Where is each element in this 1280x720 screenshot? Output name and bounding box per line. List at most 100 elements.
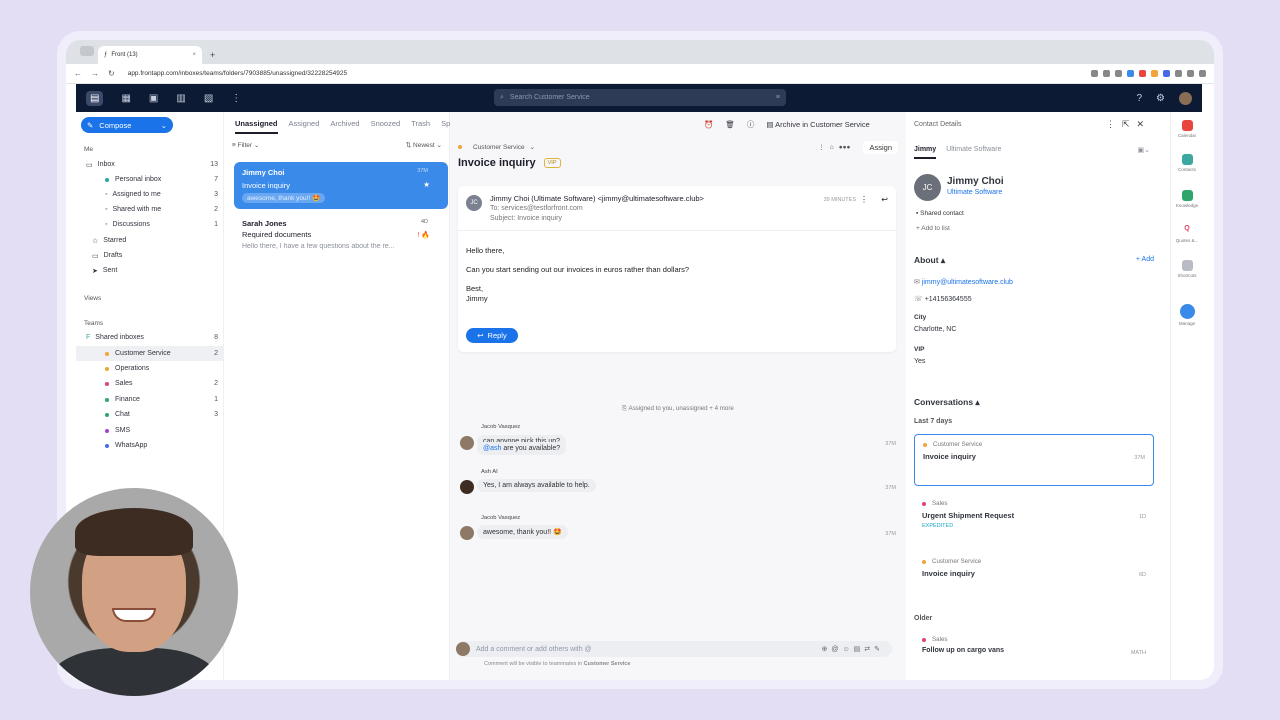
zoom-icon[interactable] [1091,70,1098,77]
inbox-label[interactable]: Customer Service [473,144,525,151]
search-bar[interactable]: ⌕ Search Customer Service ≡ [494,89,786,106]
comment-composer[interactable]: Add a comment or add others with @ ⊕@☺▤⇄… [456,641,892,657]
spam-icon[interactable]: ⓘ [747,119,755,130]
tag-icon[interactable]: ⌂ [830,144,834,151]
sidebar-item-starred[interactable]: ☆ Starred [76,233,224,248]
more-icon[interactable]: ⋮ [860,195,868,204]
star-icon[interactable]: ★ [423,180,430,189]
rules-icon[interactable]: ▧ [204,93,213,104]
tab-trash[interactable]: Trash [411,119,430,128]
list-item[interactable]: Jimmy Choi Invoice inquiry awesome, than… [234,162,448,209]
contact-conversation-card[interactable]: Customer Service Invoice inquiry 37M [914,434,1154,486]
close-tab-icon[interactable]: × [192,52,196,58]
rail-item-contacts[interactable]: Contacts [1171,154,1203,172]
tab-assigned[interactable]: Assigned [289,119,320,128]
compose-button[interactable]: ✎ Compose ⌄ [81,117,173,133]
contact-company[interactable]: Ultimate Software [947,189,1002,196]
list-item[interactable]: Sarah Jones Required documents Hello the… [234,213,448,260]
sidebar-item-inbox[interactable]: ▭ Inbox 13 [76,157,224,172]
rail-item-calendar[interactable]: Calendar [1171,120,1203,138]
analytics-icon[interactable]: ▥ [176,93,185,104]
panel-actions[interactable]: ⋮⇱✕ [1106,119,1151,130]
reply-button[interactable]: ↩ Reply [466,328,518,343]
sidebar-item-discussions[interactable]: ◦ Discussions 1 [76,217,224,232]
teams-section-header[interactable]: Teams [84,320,103,327]
snooze-icon[interactable]: ⏰ [704,120,713,129]
url-field[interactable]: app.frontapp.com/inboxes/teams/folders/7… [128,70,347,77]
rail-item-manage[interactable]: Manage [1171,304,1203,326]
bookmark-star-icon[interactable] [1115,70,1122,77]
me-section-header[interactable]: Me [84,146,93,153]
window-controls[interactable] [80,46,94,56]
sidebar-item-whatsapp[interactable]: WhatsApp [76,438,224,453]
sidebar-item-sent[interactable]: ➤ Sent [76,263,224,278]
puzzle-icon[interactable] [1175,70,1182,77]
filter-icon[interactable]: ≡ [776,94,780,101]
sidebar-item-finance[interactable]: Finance 1 [76,392,224,407]
composer-toolbar-icons[interactable]: ⊕@☺▤⇄✎ [822,645,884,653]
new-tab-icon[interactable]: + [210,50,215,60]
sidebar-item-sales[interactable]: Sales 2 [76,376,224,391]
conversations-section-header[interactable]: Conversations ▴ [914,397,980,408]
sidebar-item-personal-inbox[interactable]: Personal inbox 7 [76,172,224,187]
chevron-down-icon[interactable]: ⌄ [161,121,167,130]
contact-card-icon[interactable]: ▣⌄ [1138,146,1150,159]
avatar[interactable] [1179,91,1192,105]
sidebar-item-shared-inboxes[interactable]: F Shared inboxes 8 [76,330,224,345]
rail-item-knowledge[interactable]: Knowledge [1171,190,1203,208]
participants-avatars[interactable]: ●●● [839,144,851,151]
sort-icon[interactable]: ⇅ [406,141,413,149]
inbox-icon[interactable]: ▤ [86,90,104,106]
menu-dots-icon[interactable] [1199,70,1206,77]
forward-icon[interactable]: → [91,69,99,78]
extension-icon[interactable] [1163,70,1170,77]
tab-unassigned[interactable]: Unassigned [235,113,278,134]
add-field-button[interactable]: + Add [1136,256,1154,263]
rail-item-shortcuts[interactable]: Shortcuts [1171,260,1203,278]
trash-icon[interactable]: 🗑 [725,120,735,129]
archive-button[interactable]: ▤ Archive in Customer Service [766,120,869,129]
mention[interactable]: @ash [483,445,501,452]
help-icon[interactable]: ? [1136,93,1142,104]
tab-company[interactable]: Ultimate Software [946,146,1001,159]
more-icon[interactable]: ⋮ [231,93,241,104]
contact-conversation-card[interactable]: Sales Follow up on cargo vans MATH [914,630,1154,668]
comment-input[interactable]: Add a comment or add others with @ [476,646,592,653]
tab-contact[interactable]: Jimmy [914,146,937,159]
sidebar-item-shared-with-me[interactable]: ◦ Shared with me 2 [76,202,224,217]
share-icon[interactable] [1103,70,1110,77]
back-icon[interactable]: ← [74,69,82,78]
sort-button[interactable]: Newest [413,142,435,149]
more-icon[interactable]: ⋮ [818,143,825,151]
sidebar-item-chat[interactable]: Chat 3 [76,407,224,422]
reload-icon[interactable]: ↻ [108,69,115,78]
extension-icon[interactable] [1139,70,1146,77]
filter-button[interactable]: Filter [238,142,252,149]
sidebar-item-operations[interactable]: Operations [76,361,224,376]
tab-archived[interactable]: Archived [330,119,359,128]
about-section-header[interactable]: About ▴ [914,255,945,266]
reply-icon[interactable]: ↩ [881,195,888,204]
contacts-icon[interactable]: ▣ [149,93,158,104]
sidebar-item-sms[interactable]: SMS [76,423,224,438]
profile-icon[interactable] [1187,70,1194,77]
browser-tab[interactable]: ƒ Front (13) × [98,46,202,64]
rail-item-quotes[interactable]: Q Quotes &... [1171,225,1203,243]
search-input[interactable]: Search Customer Service [510,94,590,101]
extension-icon[interactable] [1127,70,1134,77]
add-to-list-link[interactable]: + Add to list [916,225,950,232]
assign-button[interactable]: Assign [863,140,898,154]
contact-conversation-card[interactable]: Customer Service Invoice inquiry 6D [914,552,1154,604]
extension-icon[interactable] [1151,70,1158,77]
sidebar-item-assigned-to-me[interactable]: ◦ Assigned to me 3 [76,187,224,202]
chevron-down-icon[interactable]: ⌄ [530,143,535,151]
tab-snoozed[interactable]: Snoozed [371,119,401,128]
views-section-header[interactable]: Views [84,295,101,302]
sidebar-item-drafts[interactable]: ▭ Drafts [76,248,224,263]
gear-icon[interactable]: ⚙ [1156,93,1165,104]
calendar-icon[interactable]: ▦ [121,93,130,104]
sidebar-item-customer-service[interactable]: Customer Service 2 [76,346,224,361]
contact-phone[interactable]: ☏ +14156364555 [914,295,972,303]
vip-tag[interactable]: VIP [543,158,561,168]
contact-conversation-card[interactable]: Sales Urgent Shipment Request EXPEDITED … [914,494,1154,546]
